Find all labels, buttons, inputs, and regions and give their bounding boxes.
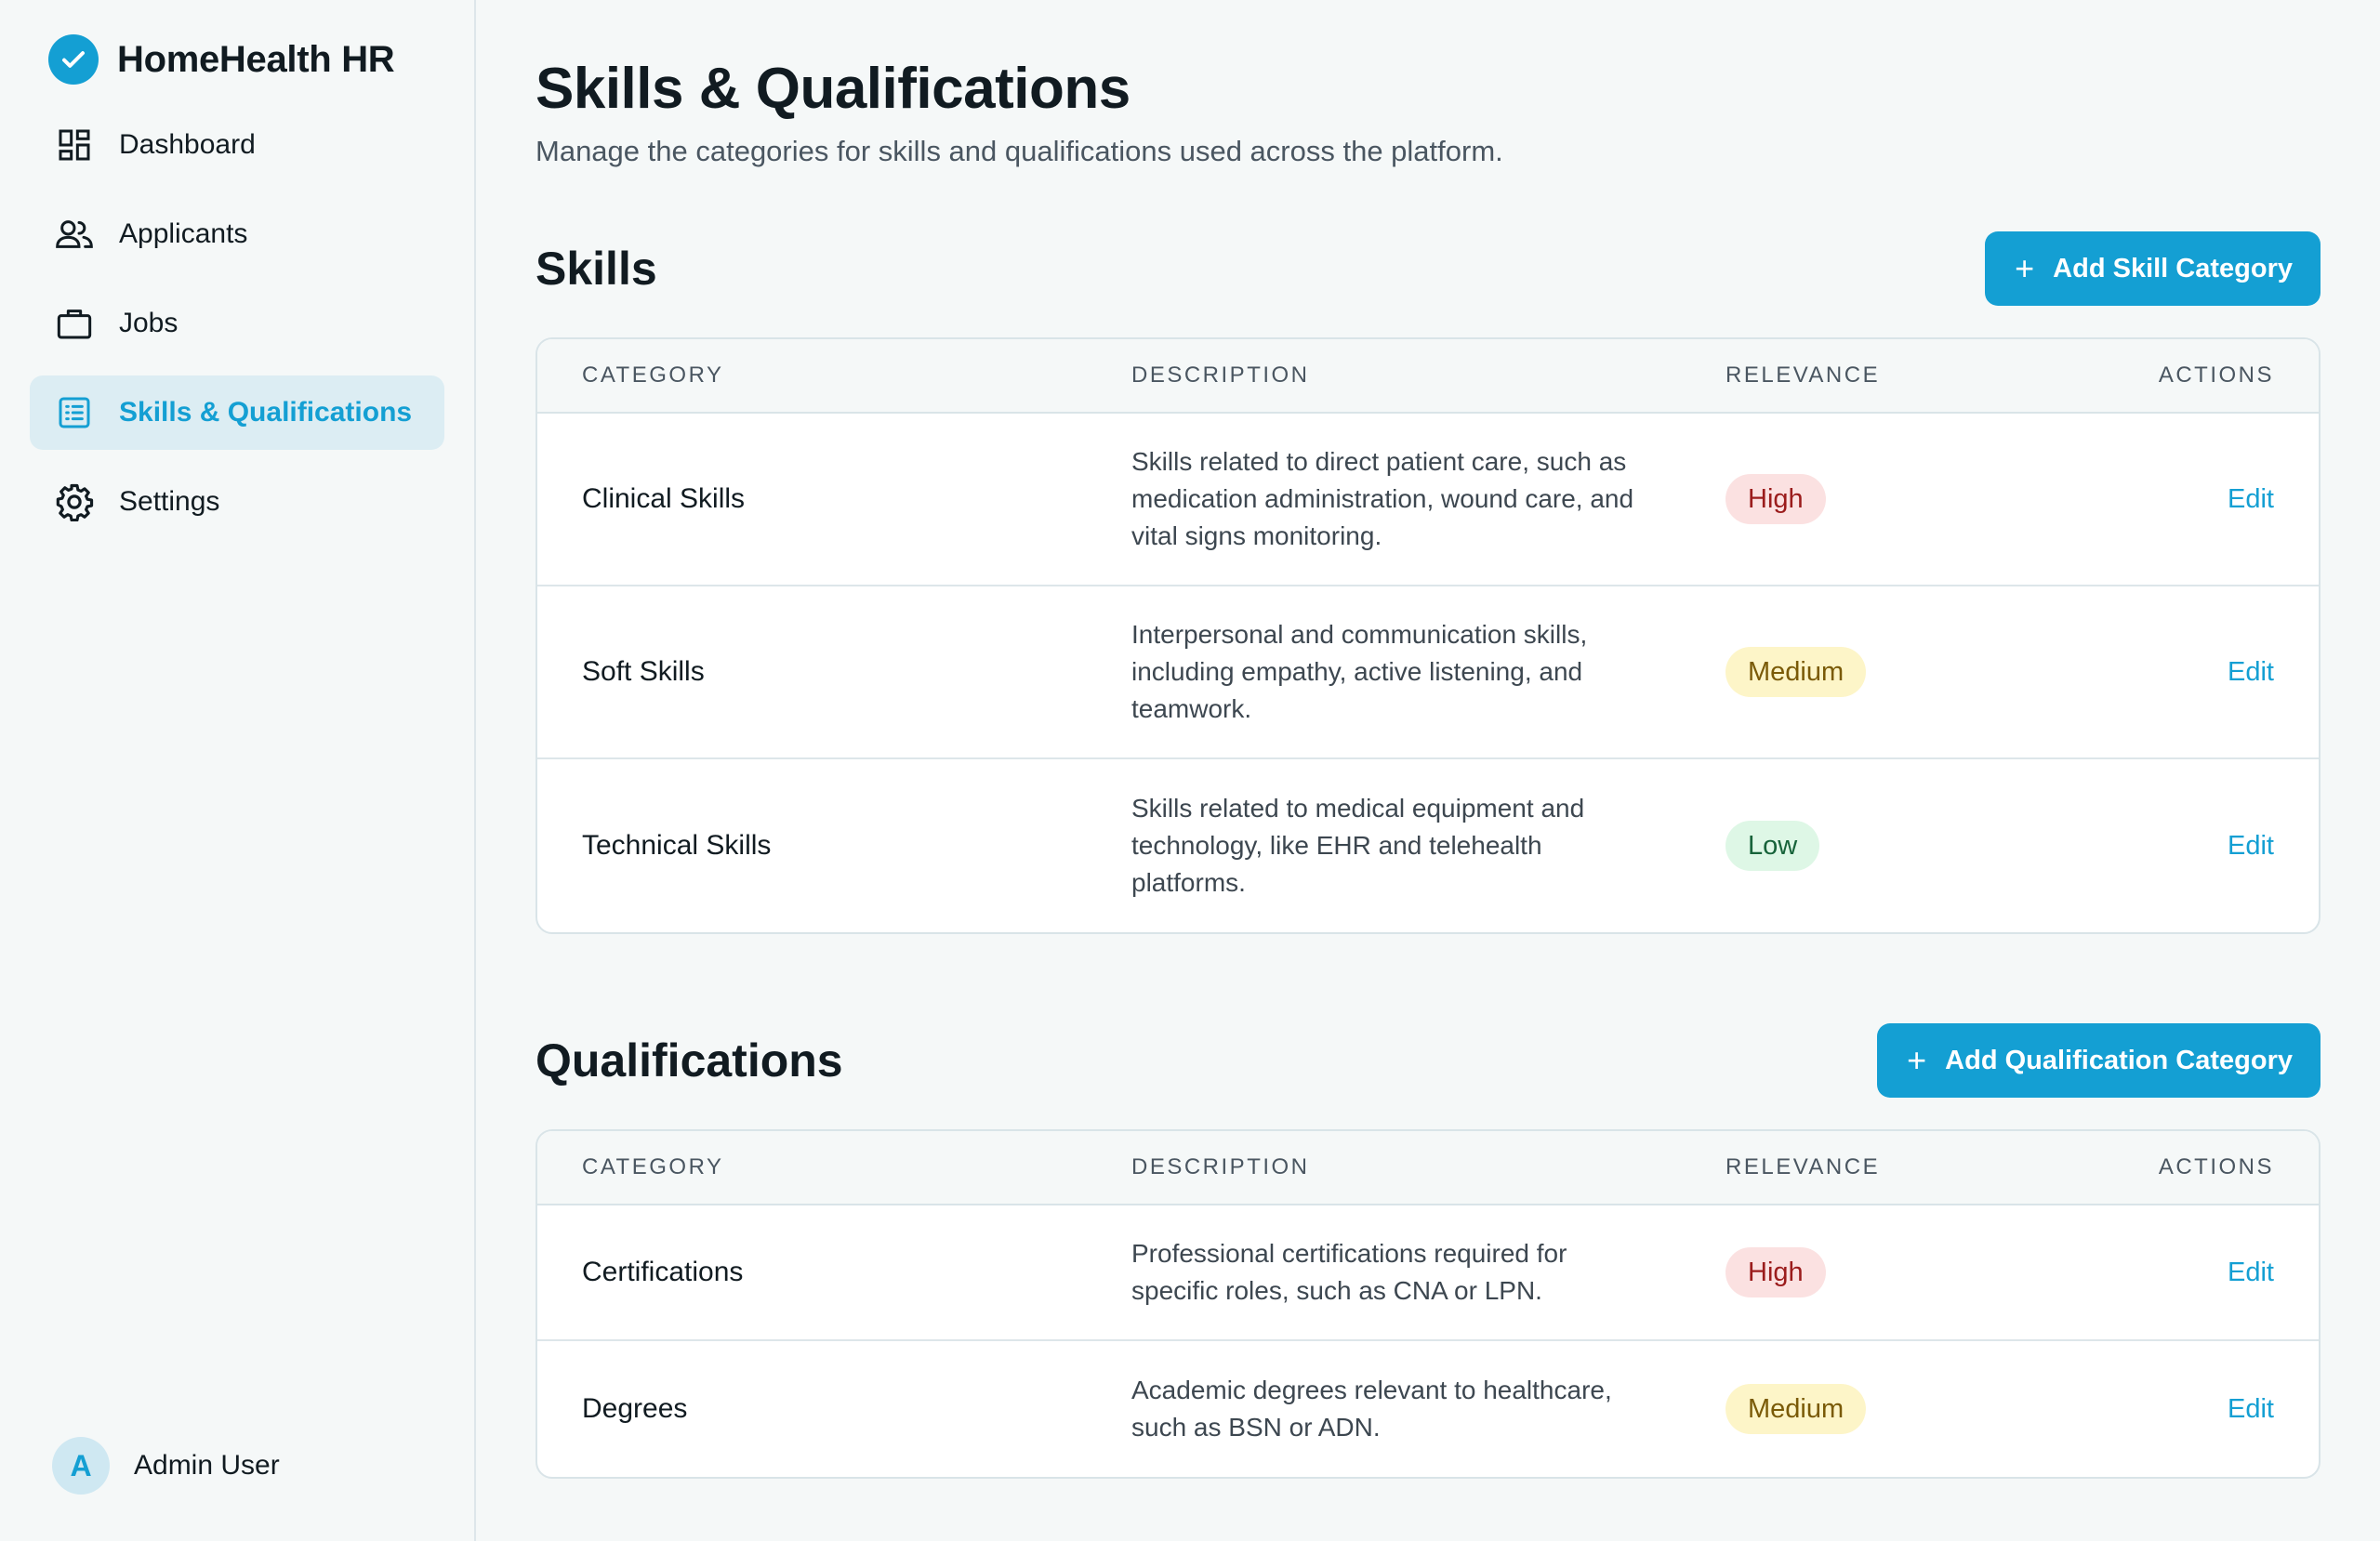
category-name: Soft Skills: [582, 656, 705, 687]
skills-table: CATEGORY DESCRIPTION RELEVANCE ACTIONS C…: [536, 337, 2320, 934]
category-name: Clinical Skills: [582, 483, 746, 514]
sidebar-nav: Dashboard Applicants Jobs Skills & Quali…: [30, 108, 444, 539]
table-row: Clinical Skills Skills related to direct…: [537, 414, 2319, 586]
sidebar-item-jobs[interactable]: Jobs: [30, 286, 444, 361]
gear-icon: [52, 480, 97, 524]
qualifications-section-header: Qualifications + Add Qualification Categ…: [536, 1023, 2320, 1098]
category-name: Technical Skills: [582, 830, 772, 861]
add-skill-category-label: Add Skill Category: [2053, 253, 2293, 283]
briefcase-icon: [52, 301, 97, 346]
category-description: Skills related to direct patient care, s…: [1131, 447, 1634, 550]
list-icon: [52, 390, 97, 435]
skills-section-title: Skills: [536, 243, 657, 295]
table-row: Certifications Professional certificatio…: [537, 1205, 2319, 1341]
column-header-category: CATEGORY: [582, 1154, 724, 1179]
edit-link[interactable]: Edit: [2228, 657, 2274, 687]
sidebar-item-skills-qualifications[interactable]: Skills & Qualifications: [30, 375, 444, 450]
column-header-relevance: RELEVANCE: [1726, 1154, 1881, 1179]
edit-link[interactable]: Edit: [2228, 831, 2274, 861]
column-header-description: DESCRIPTION: [1131, 362, 1310, 388]
column-header-relevance: RELEVANCE: [1726, 362, 1881, 388]
sidebar-item-label: Skills & Qualifications: [119, 397, 413, 428]
plus-icon: +: [1907, 1041, 1927, 1079]
sidebar-item-label: Dashboard: [119, 129, 256, 160]
qualifications-table: CATEGORY DESCRIPTION RELEVANCE ACTIONS C…: [536, 1129, 2320, 1479]
category-description: Academic degrees relevant to healthcare,…: [1131, 1376, 1612, 1442]
users-icon: [52, 212, 97, 257]
column-header-actions: ACTIONS: [2158, 362, 2274, 388]
category-description: Interpersonal and communication skills, …: [1131, 620, 1588, 723]
relevance-badge: Low: [1726, 821, 1820, 871]
column-header-description: DESCRIPTION: [1131, 1154, 1310, 1179]
sidebar-item-label: Jobs: [119, 308, 178, 338]
main-content: Skills & Qualifications Manage the categ…: [476, 0, 2380, 1541]
page-subtitle: Manage the categories for skills and qua…: [536, 135, 1503, 167]
table-header: CATEGORY DESCRIPTION RELEVANCE ACTIONS: [537, 1131, 2319, 1205]
plus-icon: +: [2015, 249, 2035, 287]
sidebar-item-label: Settings: [119, 486, 220, 517]
category-name: Certifications: [582, 1257, 744, 1287]
edit-link[interactable]: Edit: [2228, 1394, 2274, 1424]
brand: HomeHealth HR: [30, 30, 444, 89]
add-qualification-category-label: Add Qualification Category: [1945, 1045, 2293, 1075]
sidebar-item-settings[interactable]: Settings: [30, 465, 444, 539]
category-description: Skills related to medical equipment and …: [1131, 794, 1585, 897]
table-row: Degrees Academic degrees relevant to hea…: [537, 1341, 2319, 1477]
skills-section-header: Skills + Add Skill Category: [536, 231, 2320, 306]
column-header-category: CATEGORY: [582, 362, 724, 388]
sidebar: HomeHealth HR Dashboard Applicants Jobs …: [0, 0, 476, 1541]
page-title: Skills & Qualifications: [536, 57, 1130, 121]
relevance-badge: Medium: [1726, 1384, 1867, 1434]
category-name: Degrees: [582, 1393, 688, 1424]
column-header-actions: ACTIONS: [2158, 1154, 2274, 1179]
table-row: Technical Skills Skills related to medic…: [537, 759, 2319, 932]
avatar: A: [52, 1437, 110, 1495]
sidebar-item-applicants[interactable]: Applicants: [30, 197, 444, 271]
table-row: Soft Skills Interpersonal and communicat…: [537, 586, 2319, 759]
sidebar-item-dashboard[interactable]: Dashboard: [30, 108, 444, 182]
edit-link[interactable]: Edit: [2228, 1258, 2274, 1287]
edit-link[interactable]: Edit: [2228, 484, 2274, 514]
add-qualification-category-button[interactable]: + Add Qualification Category: [1877, 1023, 2320, 1098]
relevance-badge: High: [1726, 474, 1826, 524]
user-profile[interactable]: A Admin User: [52, 1437, 280, 1495]
app-name: HomeHealth HR: [117, 38, 395, 80]
sidebar-item-label: Applicants: [119, 218, 248, 249]
qualifications-section-title: Qualifications: [536, 1034, 843, 1087]
add-skill-category-button[interactable]: + Add Skill Category: [1985, 231, 2320, 306]
table-header: CATEGORY DESCRIPTION RELEVANCE ACTIONS: [537, 339, 2319, 414]
category-description: Professional certifications required for…: [1131, 1239, 1567, 1305]
check-circle-icon: [48, 34, 99, 85]
relevance-badge: High: [1726, 1247, 1826, 1297]
user-name: Admin User: [134, 1450, 280, 1481]
relevance-badge: Medium: [1726, 647, 1867, 697]
dashboard-icon: [52, 123, 97, 167]
